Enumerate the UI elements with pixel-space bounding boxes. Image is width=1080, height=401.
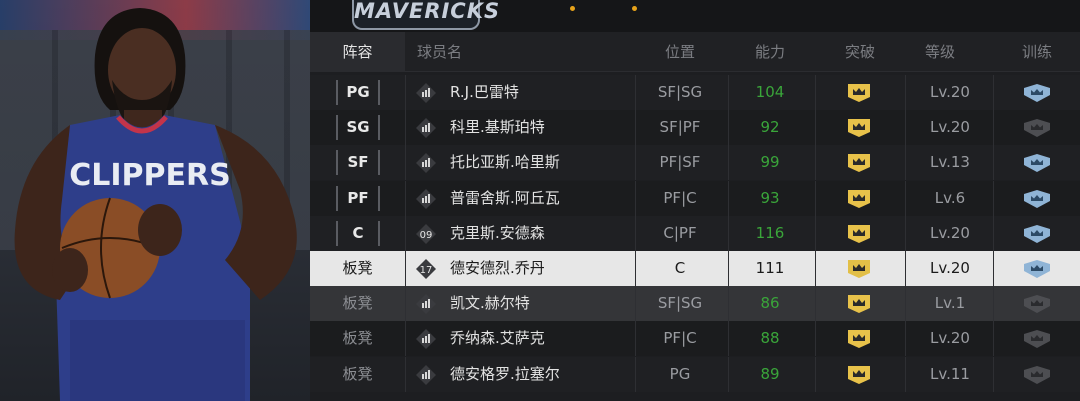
table-row[interactable]: C 09 克里斯.安德森 C|PF 116 Lv.20 xyxy=(310,215,1080,251)
player-name[interactable]: 凯文.赫尔特 xyxy=(450,286,530,321)
lineup-slot-bench: 板凳 xyxy=(342,294,373,313)
player-position: SF|SG xyxy=(657,294,703,313)
top-bar: MAVERICKS xyxy=(310,0,1080,32)
jersey-number-icon xyxy=(416,153,436,174)
player-level: Lv.20 xyxy=(930,329,970,348)
training-badge-icon[interactable] xyxy=(1023,365,1051,385)
player-ability: 93 xyxy=(760,188,780,207)
table-row[interactable]: SG 科里.基斯珀特 SF|PF 92 Lv.20 xyxy=(310,110,1080,146)
jersey-text: CLIPPERS xyxy=(69,158,230,193)
player-ability: 111 xyxy=(755,259,785,277)
lineup-slot-badge: PF xyxy=(336,185,380,211)
player-position: PF|C xyxy=(663,329,697,348)
player-level: Lv.13 xyxy=(930,153,970,172)
training-badge-icon[interactable] xyxy=(1023,189,1051,209)
table-row[interactable]: 板凳 凯文.赫尔特 SF|SG 86 Lv.1 xyxy=(310,286,1080,322)
lineup-slot-badge: SG xyxy=(336,115,380,141)
player-position: SF|PF xyxy=(659,118,701,137)
lineup-slot-bench: 板凳 xyxy=(342,259,373,277)
jersey-number-icon xyxy=(416,188,436,209)
jersey-number-icon: 17 xyxy=(416,259,436,279)
header-lineup[interactable]: 阵容 xyxy=(310,32,405,72)
player-level: Lv.1 xyxy=(934,294,966,313)
player-ability: 88 xyxy=(760,329,780,348)
training-badge-icon[interactable] xyxy=(1023,224,1051,244)
player-position: SF|SG xyxy=(657,83,703,101)
decoration-dot xyxy=(632,6,637,11)
table-row[interactable]: PF 普雷舍斯.阿丘瓦 PF|C 93 Lv.6 xyxy=(310,180,1080,216)
player-position: C|PF xyxy=(663,223,697,242)
breakthrough-crown-icon[interactable] xyxy=(847,189,871,209)
player-ability: 99 xyxy=(760,153,780,172)
player-name[interactable]: 德安德烈.乔丹 xyxy=(450,251,545,286)
svg-text:17: 17 xyxy=(420,265,433,276)
lineup-slot-bench: 板凳 xyxy=(342,329,373,348)
player-ability: 104 xyxy=(755,83,785,101)
table-row[interactable]: 板凳 乔纳森.艾萨克 PF|C 88 Lv.20 xyxy=(310,321,1080,357)
training-badge-icon[interactable] xyxy=(1023,83,1051,103)
player-name[interactable]: R.J.巴雷特 xyxy=(450,75,519,110)
roster-table: MAVERICKS 阵容 球员名 位置 能力 突破 等级 训练 PG R.J.巴雷… xyxy=(310,0,1080,401)
breakthrough-crown-icon[interactable] xyxy=(847,365,871,385)
lineup-slot-badge: C xyxy=(336,220,380,246)
jersey-number-icon xyxy=(416,364,436,385)
player-position: PF|C xyxy=(663,188,697,207)
player-position: C xyxy=(674,259,686,277)
training-badge-icon[interactable] xyxy=(1023,153,1051,173)
jersey-number-icon xyxy=(416,118,436,139)
player-level: Lv.6 xyxy=(934,188,966,207)
breakthrough-crown-icon[interactable] xyxy=(847,259,871,279)
table-row[interactable]: PG R.J.巴雷特 SF|SG 104 Lv.20 xyxy=(310,75,1080,110)
player-name[interactable]: 乔纳森.艾萨克 xyxy=(450,321,545,356)
player-name[interactable]: 德安格罗.拉塞尔 xyxy=(450,357,560,392)
breakthrough-crown-icon[interactable] xyxy=(847,224,871,244)
decoration-dot xyxy=(570,6,575,11)
breakthrough-crown-icon[interactable] xyxy=(847,153,871,173)
player-name[interactable]: 科里.基斯珀特 xyxy=(450,110,545,145)
lineup-slot-badge: SF xyxy=(336,150,380,176)
training-badge-icon[interactable] xyxy=(1023,118,1051,138)
player-ability: 89 xyxy=(760,364,780,383)
player-level: Lv.11 xyxy=(930,364,970,383)
breakthrough-crown-icon[interactable] xyxy=(847,83,871,103)
table-row[interactable]: SF 托比亚斯.哈里斯 PF|SF 99 Lv.13 xyxy=(310,145,1080,181)
jersey-number-icon xyxy=(416,329,436,350)
lineup-slot-badge: PG xyxy=(336,80,380,105)
table-row[interactable]: 板凳 德安格罗.拉塞尔 PG 89 Lv.11 xyxy=(310,356,1080,392)
training-badge-icon[interactable] xyxy=(1023,259,1051,279)
team-logo: MAVERICKS xyxy=(352,0,499,30)
lineup-slot-bench: 板凳 xyxy=(342,364,373,383)
jersey-number-icon xyxy=(416,294,436,315)
breakthrough-crown-icon[interactable] xyxy=(847,294,871,314)
player-artwork: CLIPPERS xyxy=(0,0,310,401)
player-position: PF|SF xyxy=(659,153,701,172)
training-badge-icon[interactable] xyxy=(1023,294,1051,314)
player-name[interactable]: 托比亚斯.哈里斯 xyxy=(450,145,560,180)
header-player-name[interactable]: 球员名 xyxy=(417,32,477,72)
player-level: Lv.20 xyxy=(930,223,970,242)
header-training[interactable]: 训练 xyxy=(1002,32,1072,72)
header-ability[interactable]: 能力 xyxy=(735,32,805,72)
table-row[interactable]: 板凳 17 德安德烈.乔丹 C 111 Lv.20 xyxy=(310,251,1080,286)
player-figure: CLIPPERS xyxy=(14,8,297,401)
player-name[interactable]: 克里斯.安德森 xyxy=(450,216,545,251)
player-level: Lv.20 xyxy=(930,83,970,101)
jersey-number-icon xyxy=(416,83,436,103)
breakthrough-crown-icon[interactable] xyxy=(847,118,871,138)
player-level: Lv.20 xyxy=(930,259,970,277)
training-badge-icon[interactable] xyxy=(1023,329,1051,349)
header-position[interactable]: 位置 xyxy=(645,32,715,72)
player-name[interactable]: 普雷舍斯.阿丘瓦 xyxy=(450,181,560,216)
svg-text:09: 09 xyxy=(420,230,433,241)
jersey-number-icon: 09 xyxy=(416,223,436,244)
player-ability: 92 xyxy=(760,118,780,137)
player-position: PG xyxy=(669,364,691,383)
header-breakthrough[interactable]: 突破 xyxy=(825,32,895,72)
breakthrough-crown-icon[interactable] xyxy=(847,329,871,349)
player-level: Lv.20 xyxy=(930,118,970,137)
header-level[interactable]: 等级 xyxy=(905,32,975,72)
table-header: 阵容 球员名 位置 能力 突破 等级 训练 xyxy=(310,32,1080,72)
player-ability: 86 xyxy=(760,294,780,313)
player-ability: 116 xyxy=(755,223,785,242)
